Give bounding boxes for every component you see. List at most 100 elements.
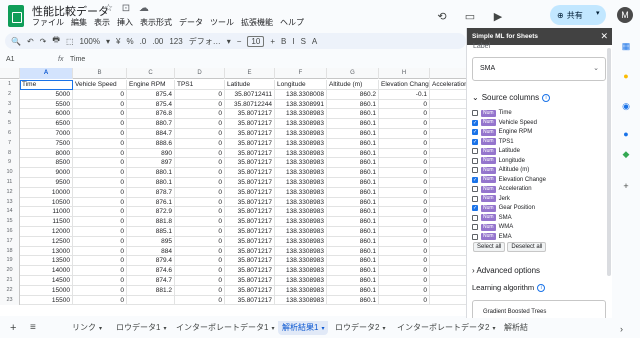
column-header[interactable]: E: [225, 68, 275, 79]
deselect-all-button[interactable]: Deselect all: [507, 242, 547, 252]
data-cell[interactable]: 35.80712244: [225, 99, 275, 110]
data-cell[interactable]: 14000: [20, 266, 73, 276]
row-number[interactable]: 10: [0, 168, 20, 178]
data-cell[interactable]: [127, 295, 175, 306]
menu-item[interactable]: 表示: [94, 17, 110, 28]
row-number[interactable]: 12: [0, 187, 20, 198]
row-number[interactable]: 21: [0, 276, 20, 286]
font-size-input[interactable]: 10: [247, 35, 265, 47]
data-cell[interactable]: 6000: [20, 109, 73, 120]
data-cell[interactable]: 35.8071217: [225, 158, 275, 169]
source-column-item[interactable]: Num Longitude: [472, 157, 525, 165]
toolbar-item[interactable]: デフォ…: [189, 36, 221, 47]
contacts-icon[interactable]: ●: [620, 128, 632, 140]
data-cell[interactable]: 860.1: [327, 187, 379, 198]
data-cell[interactable]: 0: [73, 148, 127, 159]
toolbar-item[interactable]: B: [281, 37, 286, 46]
data-cell[interactable]: [430, 109, 466, 119]
data-cell[interactable]: 860.1: [327, 99, 379, 110]
toolbar-item[interactable]: .00: [152, 37, 163, 46]
data-cell[interactable]: 860.1: [327, 178, 379, 188]
data-cell[interactable]: 0: [379, 168, 430, 178]
data-cell[interactable]: 8500: [20, 158, 73, 169]
data-cell[interactable]: 15000: [20, 285, 73, 296]
data-cell[interactable]: 35.8071217: [225, 276, 275, 286]
data-cell[interactable]: 0: [175, 119, 225, 129]
add-sheet-icon[interactable]: +: [10, 322, 16, 334]
data-cell[interactable]: 875.4: [127, 89, 175, 100]
data-cell[interactable]: 0: [73, 285, 127, 296]
data-cell[interactable]: 0: [175, 187, 225, 198]
data-cell[interactable]: 138.3308983: [275, 227, 327, 237]
data-cell[interactable]: 0: [175, 89, 225, 100]
column-header[interactable]: B: [73, 68, 127, 79]
checkbox[interactable]: ✓: [472, 119, 478, 126]
header-cell[interactable]: Vehicle Speed: [73, 80, 127, 90]
data-cell[interactable]: 0: [379, 197, 430, 208]
data-cell[interactable]: 0: [73, 227, 127, 237]
data-cell[interactable]: [430, 149, 466, 159]
calendar-icon[interactable]: ▦: [620, 40, 632, 52]
data-cell[interactable]: -0.1: [379, 89, 430, 100]
row-number[interactable]: 22: [0, 285, 20, 296]
toolbar-item[interactable]: %: [126, 37, 133, 46]
label-select[interactable]: SMA ⌄: [472, 57, 606, 81]
data-cell[interactable]: 0: [379, 227, 430, 237]
header-cell[interactable]: Engine RPM: [127, 80, 175, 90]
data-cell[interactable]: 860.1: [327, 285, 379, 296]
source-column-item[interactable]: Num EMA: [472, 233, 512, 241]
share-caret-icon[interactable]: ▾: [596, 9, 600, 17]
data-cell[interactable]: 0: [379, 158, 430, 169]
data-cell[interactable]: 0: [379, 109, 430, 120]
column-header[interactable]: F: [275, 68, 327, 79]
data-cell[interactable]: 0: [175, 236, 225, 247]
data-cell[interactable]: 35.8071217: [225, 178, 275, 188]
data-cell[interactable]: 860.1: [327, 266, 379, 276]
source-column-item[interactable]: ✓ Num Gear Position: [472, 204, 535, 212]
data-cell[interactable]: 138.3308983: [275, 158, 327, 169]
column-header[interactable]: C: [127, 68, 175, 79]
data-cell[interactable]: 0: [175, 285, 225, 296]
data-cell[interactable]: 881.8: [127, 217, 175, 227]
data-cell[interactable]: 35.8071217: [225, 138, 275, 149]
row-number[interactable]: 3: [0, 99, 20, 110]
data-cell[interactable]: 0: [73, 217, 127, 227]
data-cell[interactable]: 138.3308983: [275, 276, 327, 286]
data-cell[interactable]: 35.8071217: [225, 148, 275, 159]
info-icon[interactable]: i: [542, 93, 551, 102]
data-cell[interactable]: 138.3308983: [275, 187, 327, 198]
row-number[interactable]: 15: [0, 217, 20, 227]
data-cell[interactable]: 879.4: [127, 256, 175, 267]
advanced-options-header[interactable]: › Advanced options: [472, 266, 540, 275]
data-cell[interactable]: 0: [379, 187, 430, 198]
data-cell[interactable]: 860.1: [327, 119, 379, 129]
row-number[interactable]: 9: [0, 158, 20, 169]
data-cell[interactable]: 0: [175, 227, 225, 237]
sheets-logo-icon[interactable]: [8, 5, 24, 27]
data-cell[interactable]: 35.8071217: [225, 285, 275, 296]
data-cell[interactable]: 0: [175, 276, 225, 286]
source-column-item[interactable]: ✓ Num TPS1: [472, 138, 514, 146]
data-cell[interactable]: 0: [175, 207, 225, 218]
data-cell[interactable]: 880.1: [127, 178, 175, 188]
keep-icon[interactable]: ●: [620, 70, 632, 82]
data-cell[interactable]: 0: [73, 178, 127, 188]
data-cell[interactable]: 860.1: [327, 276, 379, 286]
checkbox[interactable]: [472, 195, 478, 202]
data-cell[interactable]: 860.1: [327, 168, 379, 178]
source-column-item[interactable]: ✓ Num Vehicle Speed: [472, 119, 537, 127]
header-cell[interactable]: Acceleration: [430, 80, 466, 90]
data-cell[interactable]: 0: [175, 217, 225, 227]
data-cell[interactable]: 12500: [20, 236, 73, 247]
data-cell[interactable]: 138.3308983: [275, 207, 327, 218]
data-cell[interactable]: 0: [175, 168, 225, 178]
data-cell[interactable]: 875.4: [127, 99, 175, 110]
data-cell[interactable]: 0: [73, 99, 127, 110]
data-cell[interactable]: 860.1: [327, 246, 379, 257]
row-number[interactable]: 14: [0, 207, 20, 218]
column-header[interactable]: D: [175, 68, 225, 79]
meet-icon[interactable]: ▶: [488, 6, 508, 26]
data-cell[interactable]: 0: [379, 236, 430, 247]
algorithm-select[interactable]: Gradient Boosted Trees: [472, 300, 606, 318]
data-cell[interactable]: 890: [127, 148, 175, 159]
